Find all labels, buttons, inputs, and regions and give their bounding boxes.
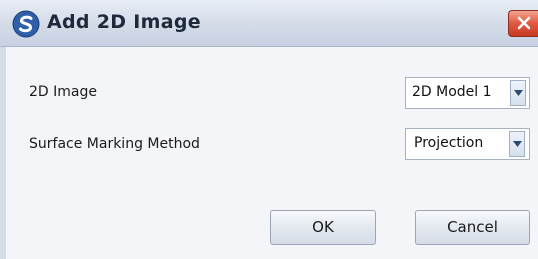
close-button[interactable] bbox=[508, 10, 538, 37]
image-select[interactable]: 2D Model 1 bbox=[405, 77, 530, 109]
close-icon bbox=[517, 16, 531, 30]
image-select-value: 2D Model 1 bbox=[412, 84, 492, 100]
dialog-body: 2D Image 2D Model 1 Surface Marking Meth… bbox=[0, 47, 538, 259]
method-label: Surface Marking Method bbox=[29, 136, 200, 152]
chevron-down-icon bbox=[513, 141, 522, 147]
cancel-button[interactable]: Cancel bbox=[415, 210, 530, 245]
chevron-down-icon bbox=[514, 90, 523, 96]
method-select[interactable]: Projection bbox=[405, 128, 530, 160]
method-select-arrow[interactable] bbox=[509, 131, 525, 157]
ok-button[interactable]: OK bbox=[270, 210, 376, 245]
add-2d-image-dialog: Add 2D Image 2D Image 2D Model 1 Surface… bbox=[0, 0, 538, 259]
dialog-title: Add 2D Image bbox=[47, 11, 201, 33]
method-select-value: Projection bbox=[414, 135, 484, 151]
title-bar[interactable]: Add 2D Image bbox=[0, 0, 538, 47]
image-label: 2D Image bbox=[29, 84, 97, 100]
image-select-arrow[interactable] bbox=[510, 80, 526, 106]
app-logo-icon bbox=[12, 10, 40, 38]
